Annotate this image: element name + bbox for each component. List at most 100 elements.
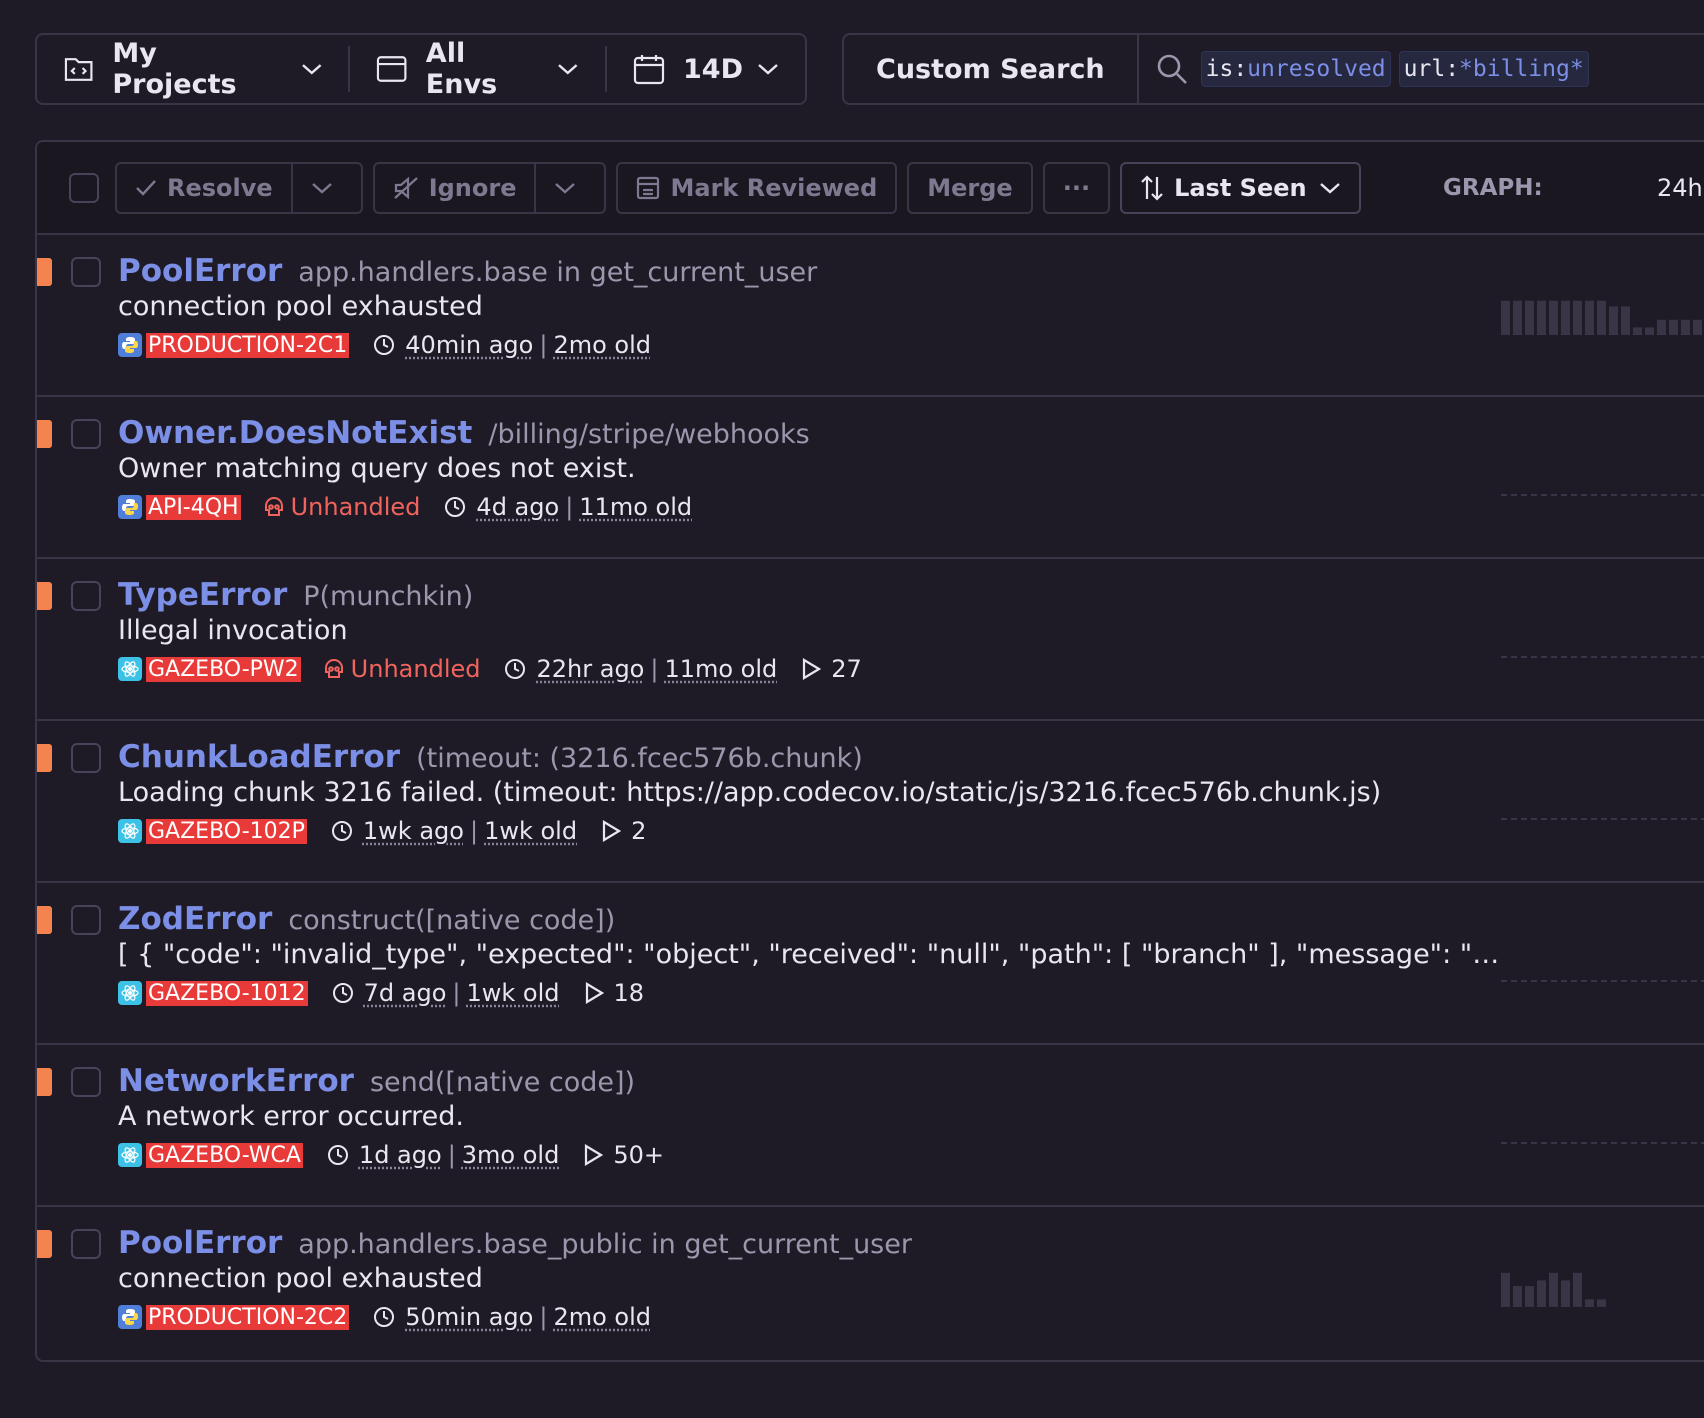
replay-count[interactable]: 27	[801, 655, 862, 683]
first-seen-age[interactable]: 1wk old	[467, 979, 560, 1007]
last-seen[interactable]: 7d ago	[364, 979, 447, 1007]
short-id-link[interactable]: GAZEBO-PW2	[146, 657, 301, 682]
resolve-button-group: Resolve	[115, 162, 363, 214]
custom-search-button[interactable]: Custom Search	[844, 35, 1139, 103]
issue-checkbox[interactable]	[71, 257, 101, 287]
issue-checkbox[interactable]	[71, 905, 101, 935]
graph-range-toggle[interactable]: 24h	[1657, 174, 1703, 202]
issue-type[interactable]: PoolError	[118, 253, 282, 289]
short-id-link[interactable]: PRODUCTION-2C2	[146, 1305, 349, 1330]
first-seen-age[interactable]: 11mo old	[579, 493, 692, 521]
last-seen[interactable]: 4d ago	[476, 493, 559, 521]
first-seen-age[interactable]: 3mo old	[462, 1141, 560, 1169]
first-seen-age[interactable]: 2mo old	[553, 331, 651, 359]
last-seen[interactable]: 1d ago	[359, 1141, 442, 1169]
sparkline-bar	[1513, 301, 1522, 335]
ignore-dropdown-button[interactable]	[534, 164, 604, 212]
issue-title[interactable]: Owner.DoesNotExist/billing/stripe/webhoo…	[118, 415, 810, 451]
replay-count[interactable]: 2	[601, 817, 646, 845]
issue-checkbox[interactable]	[71, 1067, 101, 1097]
resolve-dropdown-button[interactable]	[291, 164, 361, 212]
first-seen-age[interactable]: 1wk old	[484, 817, 577, 845]
token-key: is:	[1206, 56, 1248, 82]
sparkline-bar	[1645, 327, 1654, 335]
issue-row[interactable]: TypeError P(munchkin) Illegal invocation GA…	[37, 559, 1704, 721]
issue-row[interactable]: ZodError construct([native code])[ { "cod…	[37, 883, 1704, 1045]
issue-meta: PRODUCTION-2C2 50min ago | 2mo old	[118, 1303, 651, 1331]
sparkline-bar	[1561, 1280, 1570, 1307]
time-info: 7d ago | 1wk old	[332, 979, 560, 1007]
react-icon	[120, 821, 140, 841]
issue-type[interactable]: TypeError	[118, 577, 287, 613]
issue-message: Illegal invocation	[118, 615, 348, 646]
issue-type[interactable]: ZodError	[118, 901, 272, 937]
issue-meta: GAZEBO-PW2 Unhandled 22hr ago | 11mo old 27	[118, 655, 862, 683]
issue-checkbox[interactable]	[71, 1229, 101, 1259]
short-id-link[interactable]: API-4QH	[146, 495, 241, 520]
page-filters: My Projects All Envs 14D	[35, 33, 807, 105]
issue-checkbox[interactable]	[71, 743, 101, 773]
unhandled-tag: Unhandled	[323, 655, 481, 683]
chevron-down-icon	[757, 62, 779, 76]
sort-by-button[interactable]: Last Seen	[1120, 162, 1361, 214]
last-seen[interactable]: 22hr ago	[536, 655, 644, 683]
resolve-button[interactable]: Resolve	[117, 164, 291, 212]
issue-title[interactable]: PoolError app.handlers.base in get_curren…	[118, 253, 817, 289]
last-seen[interactable]: 1wk ago	[363, 817, 464, 845]
issue-location: construct([native code])	[288, 905, 615, 936]
mark-reviewed-button[interactable]: Mark Reviewed	[616, 162, 897, 214]
issue-type[interactable]: Owner.DoesNotExist	[118, 415, 472, 451]
python-icon	[121, 498, 139, 516]
search-input[interactable]: is:unresolved url:*billing*	[1201, 51, 1597, 87]
merge-button[interactable]: Merge	[907, 162, 1032, 214]
issue-type[interactable]: NetworkError	[118, 1063, 354, 1099]
time-separator: |	[448, 1141, 456, 1169]
sparkline-bar	[1693, 320, 1702, 335]
sparkline-bar	[1501, 301, 1510, 335]
issue-checkbox[interactable]	[71, 419, 101, 449]
issue-title[interactable]: TypeError P(munchkin)	[118, 577, 473, 613]
skull-icon	[263, 496, 285, 518]
python-icon	[121, 336, 139, 354]
issues-panel: Resolve Ignore Mark Reviewed Merge ··· L…	[35, 140, 1704, 1362]
ignore-button[interactable]: Ignore	[375, 164, 535, 212]
trend-sparkline	[1501, 297, 1704, 335]
sparkline-bar	[1597, 1299, 1606, 1307]
level-indicator	[37, 258, 52, 286]
issue-title[interactable]: PoolError app.handlers.base_public in get…	[118, 1225, 912, 1261]
level-indicator	[37, 420, 52, 448]
issue-row[interactable]: PoolError app.handlers.base in get_curren…	[37, 235, 1704, 397]
last-seen[interactable]: 50min ago	[405, 1303, 533, 1331]
short-id-link[interactable]: GAZEBO-1012	[146, 981, 308, 1006]
issue-row[interactable]: PoolError app.handlers.base_public in get…	[37, 1207, 1704, 1362]
sparkline-bar	[1549, 1273, 1558, 1307]
first-seen-age[interactable]: 11mo old	[664, 655, 777, 683]
more-actions-button[interactable]: ···	[1043, 162, 1110, 214]
issue-type[interactable]: ChunkLoadError	[118, 739, 400, 775]
issue-title[interactable]: ChunkLoadError (timeout: (3216.fcec576b.c…	[118, 739, 863, 775]
date-range-selector[interactable]: 14D	[605, 46, 805, 92]
replay-count[interactable]: 50+	[583, 1141, 664, 1169]
search-token-is[interactable]: is:unresolved	[1201, 51, 1391, 87]
last-seen[interactable]: 40min ago	[405, 331, 533, 359]
issue-row[interactable]: ChunkLoadError (timeout: (3216.fcec576b.c…	[37, 721, 1704, 883]
issue-title[interactable]: NetworkError send([native code])	[118, 1063, 635, 1099]
short-id-link[interactable]: GAZEBO-WCA	[146, 1143, 303, 1168]
sort-by-label: Last Seen	[1174, 174, 1307, 202]
first-seen-age[interactable]: 2mo old	[553, 1303, 651, 1331]
issue-checkbox[interactable]	[71, 581, 101, 611]
short-id-link[interactable]: PRODUCTION-2C1	[146, 333, 349, 358]
select-all-checkbox[interactable]	[69, 173, 99, 203]
replay-count[interactable]: 18	[584, 979, 645, 1007]
issue-row[interactable]: Owner.DoesNotExist/billing/stripe/webhoo…	[37, 397, 1704, 559]
short-id-link[interactable]: GAZEBO-102P	[146, 819, 307, 844]
issue-title[interactable]: ZodError construct([native code])	[118, 901, 615, 937]
environment-selector[interactable]: All Envs	[348, 46, 605, 92]
issue-row[interactable]: NetworkError send([native code]) A network…	[37, 1045, 1704, 1207]
issue-type[interactable]: PoolError	[118, 1225, 282, 1261]
project-selector[interactable]: My Projects	[37, 35, 348, 103]
time-info: 50min ago | 2mo old	[373, 1303, 651, 1331]
chevron-down-icon	[311, 181, 333, 195]
search-token-url[interactable]: url:*billing*	[1399, 51, 1589, 87]
clock-icon	[327, 1144, 349, 1166]
